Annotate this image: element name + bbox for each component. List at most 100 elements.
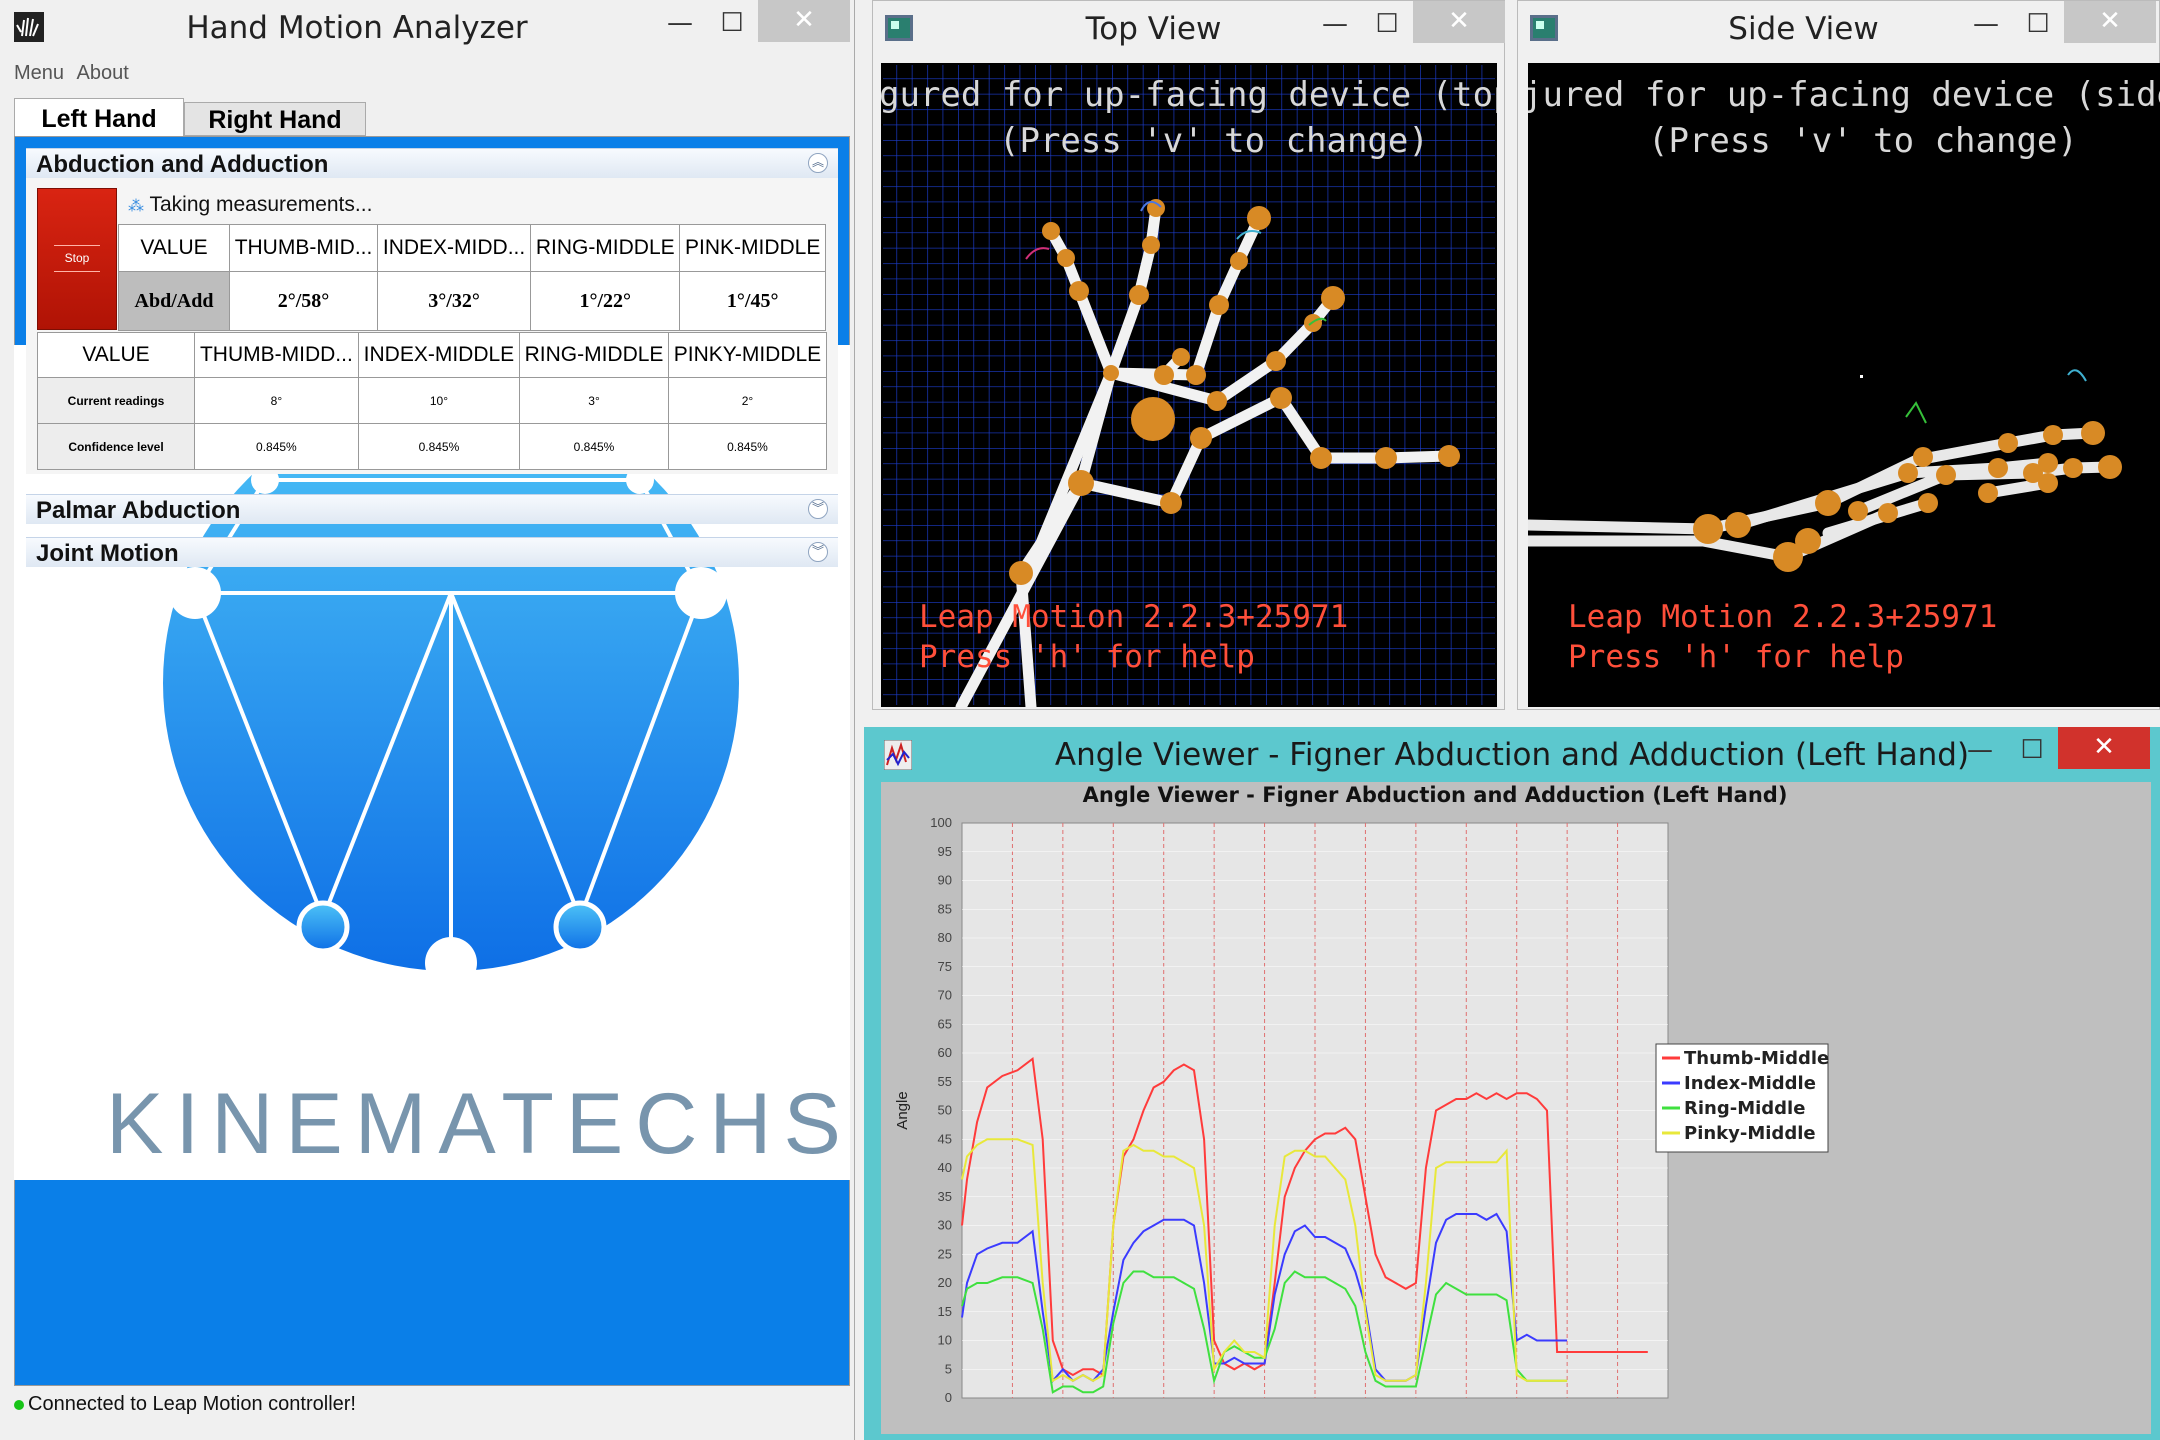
y-tick-label: 50 — [938, 1103, 952, 1118]
y-tick-label: 75 — [938, 959, 952, 974]
table-cell: 3°/32° — [377, 271, 532, 331]
close-button[interactable]: ✕ — [2058, 727, 2150, 769]
main-window: Hand Motion Analyzer — ☐ ✕ Menu About Le… — [0, 0, 855, 1440]
y-tick-label: 45 — [938, 1131, 952, 1146]
table-cell: 2° — [667, 377, 828, 424]
table-header: INDEX-MIDD... — [377, 224, 532, 272]
chevron-down-icon[interactable]: ︾ — [808, 499, 828, 519]
angle-viewer-title: Angle Viewer - Figner Abduction and Addu… — [1054, 737, 1970, 773]
logo-wordmark: KINEMATECHS — [106, 1076, 853, 1172]
chevron-down-icon[interactable]: ︾ — [808, 542, 828, 562]
y-tick-label: 80 — [938, 930, 952, 945]
table-cell: 1°/22° — [530, 271, 681, 331]
legend-label: Thumb-Middle — [1684, 1048, 1829, 1069]
y-tick-label: 70 — [938, 988, 952, 1003]
top-view-viewport[interactable]: gured for up-facing device (top (Press '… — [881, 63, 1497, 707]
table-cell: 3° — [519, 377, 669, 424]
table-cell: 0.845% — [357, 423, 521, 470]
minimize-button[interactable]: — — [1954, 733, 2006, 769]
y-tick-label: 90 — [938, 873, 952, 888]
orientation-hint: (Press 'v' to change) — [1648, 121, 2078, 161]
angle-viewer-window: Angle Viewer - Figner Abduction and Addu… — [864, 727, 2160, 1440]
y-tick-label: 60 — [938, 1045, 952, 1060]
y-tick-label: 15 — [938, 1304, 952, 1319]
readings-table: VALUE THUMB-MIDD... INDEX-MIDDLE RING-MI… — [37, 332, 828, 470]
connected-indicator-icon — [14, 1400, 24, 1410]
orientation-info: jured for up-facing device (side — [1528, 75, 2160, 115]
maximize-button[interactable]: ☐ — [2012, 7, 2064, 43]
table-header: RING-MIDDLE — [530, 224, 681, 272]
stop-button[interactable]: Stop — [37, 188, 117, 330]
status-bar: Connected to Leap Motion controller! — [14, 1393, 356, 1416]
help-hint: Press 'h' for help — [919, 639, 1255, 675]
section-abduction-adduction[interactable]: Abduction and Adduction ︽ — [26, 148, 838, 178]
minimize-button[interactable]: — — [1960, 7, 2012, 43]
table-header: THUMB-MIDD... — [194, 332, 359, 378]
legend-label: Pinky-Middle — [1684, 1123, 1816, 1144]
y-tick-label: 10 — [938, 1333, 952, 1348]
table-cell: 0.845% — [519, 423, 669, 470]
row-header: Abd/Add — [118, 271, 230, 331]
section-title: Joint Motion — [36, 540, 179, 567]
orientation-info: gured for up-facing device (top — [881, 75, 1497, 115]
stop-button-label: Stop — [64, 251, 90, 265]
legend-label: Index-Middle — [1684, 1073, 1816, 1094]
chart-app-icon — [884, 740, 912, 770]
table-row: Current readings 8° 10° 3° 2° — [37, 377, 828, 424]
side-view-window: Side View — ☐ ✕ jured for up-facing devi… — [1517, 0, 2160, 710]
table-header: VALUE — [118, 224, 230, 272]
y-tick-label: 55 — [938, 1074, 952, 1089]
section-title: Abduction and Adduction — [36, 151, 329, 178]
top-view-titlebar[interactable]: Top View — ☐ ✕ — [873, 1, 1505, 57]
table-header: PINK-MIDDLE — [679, 224, 826, 272]
maximize-button[interactable]: ☐ — [1361, 7, 1413, 43]
maximize-button[interactable]: ☐ — [2006, 733, 2058, 769]
y-tick-label: 35 — [938, 1189, 952, 1204]
y-tick-label: 85 — [938, 901, 952, 916]
status-bar-text: Connected to Leap Motion controller! — [28, 1393, 356, 1415]
measurement-status: ⁂ Taking measurements... — [128, 193, 372, 217]
angle-viewer-titlebar[interactable]: Angle Viewer - Figner Abduction and Addu… — [864, 727, 2160, 783]
y-axis-label: Angle — [894, 1091, 911, 1129]
leap-version: Leap Motion 2.2.3+25971 — [919, 599, 1349, 635]
top-view-window: Top View — ☐ ✕ gured for up-facing devic… — [872, 0, 1505, 710]
y-tick-label: 95 — [938, 844, 952, 859]
chart-panel: 0 5 10 15 20 25 30 35 40 45 50 55 60 65 70 75 80 85 90 95 10… — [881, 782, 2151, 1434]
abd-add-summary-table: VALUE THUMB-MID... INDEX-MIDD... RING-MI… — [118, 224, 826, 331]
table-cell: 1°/45° — [679, 271, 826, 331]
y-tick-label: 40 — [938, 1160, 952, 1175]
section-joint-motion[interactable]: Joint Motion ︾ — [26, 537, 838, 567]
table-cell: 0.845% — [667, 423, 828, 470]
table-cell: 0.845% — [194, 423, 359, 470]
y-tick-label: 65 — [938, 1016, 952, 1031]
chart-title: Angle Viewer - Figner Abduction and Addu… — [1083, 783, 1788, 807]
angle-line-chart[interactable]: 0 5 10 15 20 25 30 35 40 45 50 55 60 65 70 75 80 85 90 95 10… — [881, 782, 2151, 1434]
spinner-icon: ⁂ — [128, 198, 144, 215]
legend-label: Ring-Middle — [1684, 1098, 1805, 1119]
y-tick-label: 25 — [938, 1246, 952, 1261]
table-cell: 10° — [357, 377, 521, 424]
table-header: VALUE — [37, 332, 195, 378]
row-header: Current readings — [37, 377, 195, 424]
table-cell: 8° — [194, 377, 359, 424]
close-button[interactable]: ✕ — [1413, 1, 1505, 43]
close-button[interactable]: ✕ — [2064, 1, 2156, 43]
section-title: Palmar Abduction — [36, 497, 241, 524]
side-view-titlebar[interactable]: Side View — ☐ ✕ — [1518, 1, 2159, 57]
table-header: THUMB-MID... — [228, 224, 379, 272]
table-cell: 2°/58° — [228, 271, 379, 331]
table-row: Confidence level 0.845% 0.845% 0.845% 0.… — [37, 423, 828, 470]
minimize-button[interactable]: — — [1309, 7, 1361, 43]
y-tick-label: 0 — [945, 1390, 952, 1405]
section-palmar-abduction[interactable]: Palmar Abduction ︾ — [26, 494, 838, 524]
y-tick-label: 30 — [938, 1218, 952, 1233]
chevron-up-icon[interactable]: ︽ — [808, 153, 828, 173]
y-tick-label: 5 — [945, 1361, 952, 1376]
table-header: PINKY-MIDDLE — [667, 332, 828, 378]
y-tick-label: 20 — [938, 1275, 952, 1290]
help-hint: Press 'h' for help — [1568, 639, 1904, 675]
side-view-viewport[interactable]: jured for up-facing device (side (Press … — [1528, 63, 2160, 707]
leap-version: Leap Motion 2.2.3+25971 — [1568, 599, 1998, 635]
orientation-hint: (Press 'v' to change) — [999, 121, 1429, 161]
row-header: Confidence level — [37, 423, 195, 470]
